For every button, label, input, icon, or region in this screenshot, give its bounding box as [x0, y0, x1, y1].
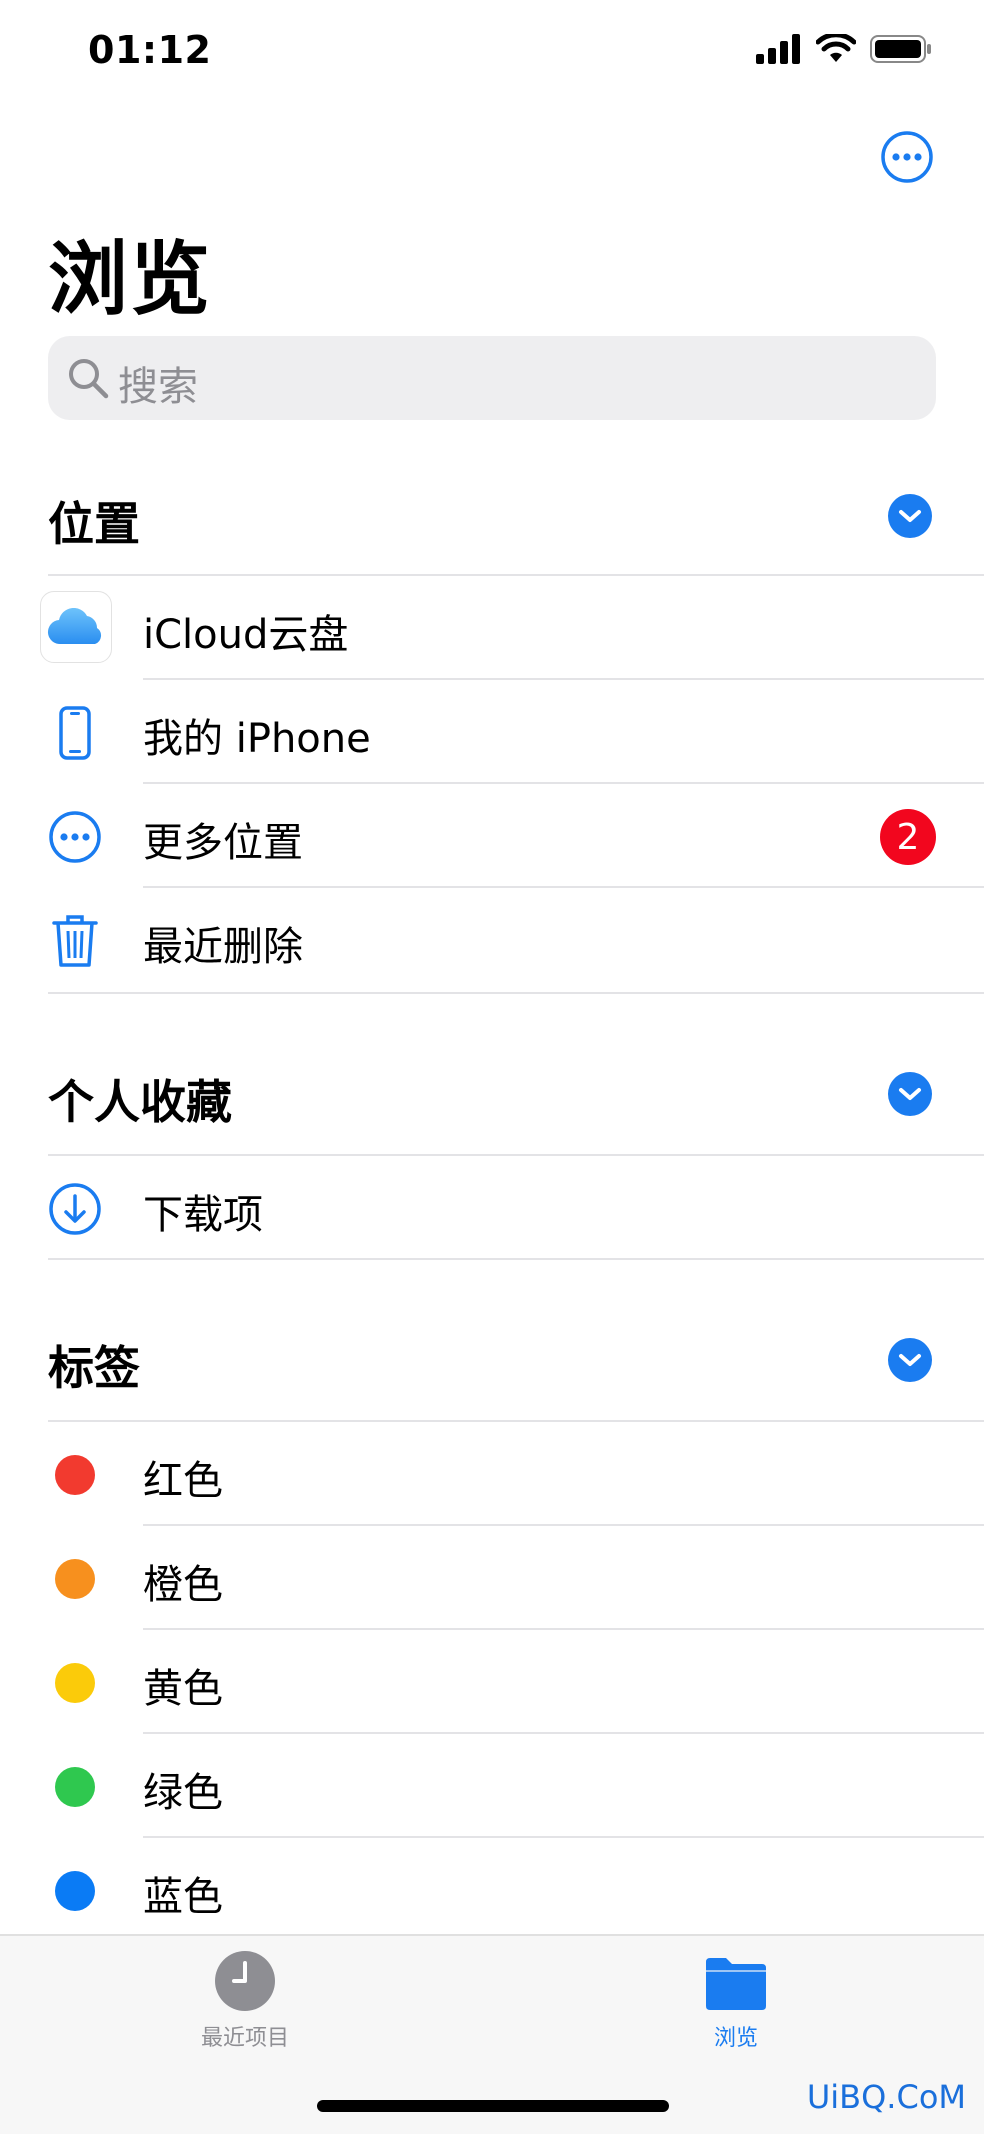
tag-label: 蓝色 [143, 1874, 223, 1920]
search-placeholder: 搜索 [118, 364, 198, 410]
section-divider [48, 1258, 984, 1260]
notification-badge: 2 [880, 809, 936, 865]
favorite-row-downloads[interactable]: 下载项 [0, 1156, 984, 1260]
section-divider [48, 992, 984, 994]
tag-row-yellow[interactable]: 黄色 [0, 1630, 984, 1734]
tag-row-red[interactable]: 红色 [0, 1422, 984, 1526]
tag-label: 红色 [143, 1458, 223, 1504]
ellipsis-circle-icon [42, 804, 108, 870]
location-label: 更多位置 [143, 820, 303, 866]
section-title-favorites: 个人收藏 [48, 1075, 232, 1129]
search-icon [69, 359, 109, 399]
trash-icon [42, 908, 108, 974]
icloud-icon [40, 591, 112, 663]
yellow-tag-dot-icon [55, 1663, 95, 1703]
tab-label: 最近项目 [200, 2026, 289, 2051]
section-title-tags: 标签 [48, 1341, 140, 1395]
blue-tag-dot-icon [55, 1871, 95, 1911]
battery-icon [870, 35, 931, 63]
tab-browse[interactable]: 浏览 [636, 1950, 836, 2052]
page-title: 浏览 [48, 233, 212, 326]
chevron-down-icon [899, 1354, 921, 1366]
tab-recents[interactable]: 最近项目 [145, 1950, 345, 2052]
status-time: 01:12 [88, 28, 212, 72]
favorite-label: 下载项 [143, 1192, 263, 1238]
location-row-icloud[interactable]: iCloud云盘 [0, 576, 984, 680]
location-label: 最近删除 [143, 924, 303, 970]
green-tag-dot-icon [55, 1767, 95, 1807]
folder-icon [706, 1958, 766, 2010]
orange-tag-dot-icon [55, 1559, 95, 1599]
tag-label: 绿色 [143, 1770, 223, 1816]
favorites-collapse-button[interactable] [888, 1072, 932, 1116]
watermark: UiBQ.CoM [806, 2078, 966, 2116]
location-row-more[interactable]: 更多位置 2 [0, 784, 984, 888]
cellular-signal-icon [756, 34, 800, 64]
location-row-iphone[interactable]: 我的 iPhone [0, 680, 984, 784]
tag-label: 黄色 [143, 1666, 223, 1712]
more-options-button[interactable] [880, 130, 934, 184]
chevron-down-icon [899, 1088, 921, 1100]
section-title-locations: 位置 [48, 497, 140, 551]
wifi-icon [816, 34, 856, 62]
location-label: 我的 iPhone [143, 716, 371, 762]
home-indicator [317, 2100, 669, 2112]
chevron-down-icon [899, 510, 921, 522]
search-field[interactable]: 搜索 [48, 336, 936, 420]
tag-row-orange[interactable]: 橙色 [0, 1526, 984, 1630]
status-icons [756, 34, 932, 64]
location-row-recently-deleted[interactable]: 最近删除 [0, 888, 984, 992]
location-label: iCloud云盘 [143, 612, 349, 658]
tags-collapse-button[interactable] [888, 1338, 932, 1382]
tag-row-blue[interactable]: 蓝色 [0, 1838, 984, 1942]
iphone-icon [42, 700, 108, 766]
tag-label: 橙色 [143, 1562, 223, 1608]
download-icon [42, 1176, 108, 1242]
locations-collapse-button[interactable] [888, 494, 932, 538]
clock-icon [215, 1951, 275, 2011]
tab-label: 浏览 [713, 2026, 758, 2051]
tag-row-green[interactable]: 绿色 [0, 1734, 984, 1838]
red-tag-dot-icon [55, 1455, 95, 1495]
